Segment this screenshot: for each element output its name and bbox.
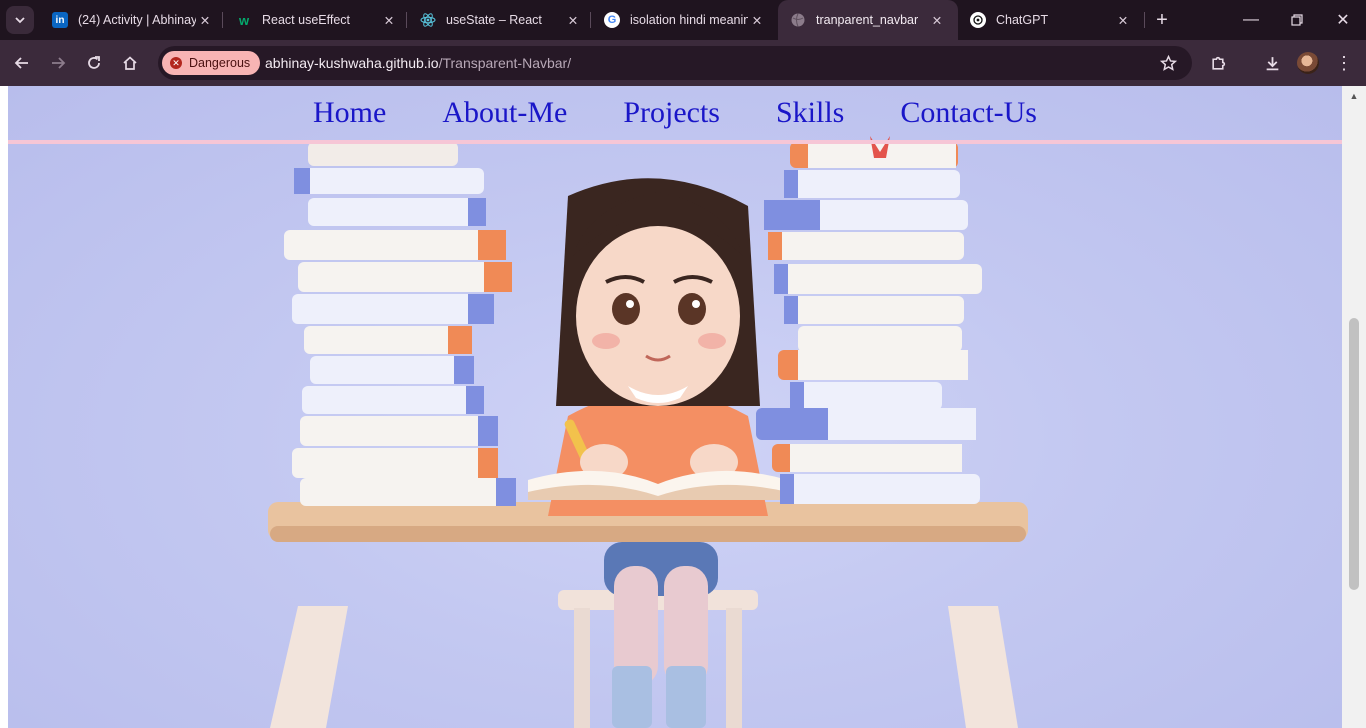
tab-linkedin[interactable]: in (24) Activity | Abhinay ✕ [40, 0, 226, 40]
close-icon[interactable]: ✕ [380, 11, 398, 29]
book-stack-right [756, 136, 982, 504]
tab-isolation[interactable]: G isolation hindi meaning ✕ [592, 0, 778, 40]
reload-button[interactable] [82, 51, 106, 75]
restore-button[interactable] [1274, 0, 1320, 40]
close-window-button[interactable]: ✕ [1320, 0, 1366, 40]
menu-button[interactable]: ⋮ [1332, 51, 1356, 75]
close-icon[interactable]: ✕ [564, 11, 582, 29]
url-path: /Transparent-Navbar/ [438, 55, 572, 71]
w3schools-icon: w [238, 12, 250, 28]
close-icon[interactable]: ✕ [748, 11, 766, 29]
tab-strip: in (24) Activity | Abhinay ✕ w React use… [0, 0, 1366, 40]
linkedin-icon: in [52, 12, 68, 28]
tab-chatgpt[interactable]: ChatGPT ✕ [958, 0, 1144, 40]
close-icon[interactable]: ✕ [928, 11, 946, 29]
minimize-icon: — [1243, 11, 1259, 28]
chatgpt-icon [970, 12, 986, 28]
transparent-navbar: Home About-Me Projects Skills Contact-Us [8, 86, 1342, 144]
tab-title: ChatGPT [996, 13, 1049, 27]
restore-icon [1291, 14, 1303, 26]
warning-icon: ✕ [170, 57, 182, 69]
bookmark-button[interactable] [1156, 51, 1180, 75]
tab-search-button[interactable] [6, 6, 34, 34]
close-icon: ✕ [1336, 12, 1350, 29]
star-icon [1159, 54, 1177, 71]
close-icon[interactable]: ✕ [1114, 11, 1132, 29]
plus-icon: + [1156, 8, 1168, 31]
tab-title: (24) Activity | Abhinay [78, 13, 196, 27]
address-bar[interactable]: ✕ Dangerous abhinay-kushwaha.github.io/T… [158, 46, 1192, 80]
security-label: Dangerous [189, 56, 251, 70]
home-button[interactable] [118, 51, 142, 75]
tab-usestate[interactable]: useState – React ✕ [408, 0, 594, 40]
globe-icon [790, 12, 806, 28]
page-left-edge [0, 86, 8, 728]
browser-toolbar: ✕ Dangerous abhinay-kushwaha.github.io/T… [0, 40, 1366, 86]
nav-contact-us-link[interactable]: Contact-Us [900, 96, 1037, 130]
forward-button[interactable] [46, 51, 70, 75]
minimize-button[interactable]: — [1228, 0, 1274, 40]
close-icon[interactable]: ✕ [196, 11, 214, 29]
page-viewport: Home About-Me Projects Skills Contact-Us [8, 86, 1342, 728]
tab-transparent-navbar[interactable]: tranparent_navbar ✕ [778, 0, 958, 40]
tab-react-useeffect[interactable]: w React useEffect ✕ [224, 0, 410, 40]
tab-title: useState – React [446, 13, 542, 27]
tab-title: React useEffect [262, 13, 351, 27]
home-icon [123, 56, 137, 70]
vertical-scrollbar[interactable]: ▲ [1342, 86, 1366, 728]
hero-illustration [268, 136, 1028, 728]
puzzle-icon [1211, 56, 1225, 70]
google-icon: G [604, 12, 620, 28]
nav-skills-link[interactable]: Skills [776, 96, 844, 130]
reload-icon [88, 56, 100, 69]
extensions-button[interactable] [1206, 51, 1230, 75]
scroll-up-arrow[interactable]: ▲ [1342, 88, 1366, 104]
new-tab-button[interactable]: + [1150, 8, 1174, 32]
arrow-right-icon [52, 57, 66, 69]
nav-projects-link[interactable]: Projects [623, 96, 720, 130]
kebab-menu-icon: ⋮ [1335, 53, 1353, 73]
downloads-button[interactable] [1260, 51, 1284, 75]
tab-title: tranparent_navbar [816, 13, 919, 27]
profile-avatar[interactable] [1297, 52, 1319, 74]
url-host: abhinay-kushwaha.github.io [265, 55, 439, 71]
arrow-left-icon [14, 57, 28, 69]
nav-home-link[interactable]: Home [313, 96, 386, 130]
back-button[interactable] [10, 51, 34, 75]
nav-about-me-link[interactable]: About-Me [442, 96, 567, 130]
download-icon [1266, 56, 1278, 70]
react-icon [420, 12, 436, 28]
book-stack-left [284, 142, 516, 506]
scroll-thumb[interactable] [1349, 318, 1359, 590]
url-text[interactable]: abhinay-kushwaha.github.io/Transparent-N… [265, 55, 571, 71]
chevron-down-icon [15, 17, 25, 24]
security-badge[interactable]: ✕ Dangerous [162, 51, 261, 75]
tab-title: isolation hindi meaning [630, 13, 748, 27]
